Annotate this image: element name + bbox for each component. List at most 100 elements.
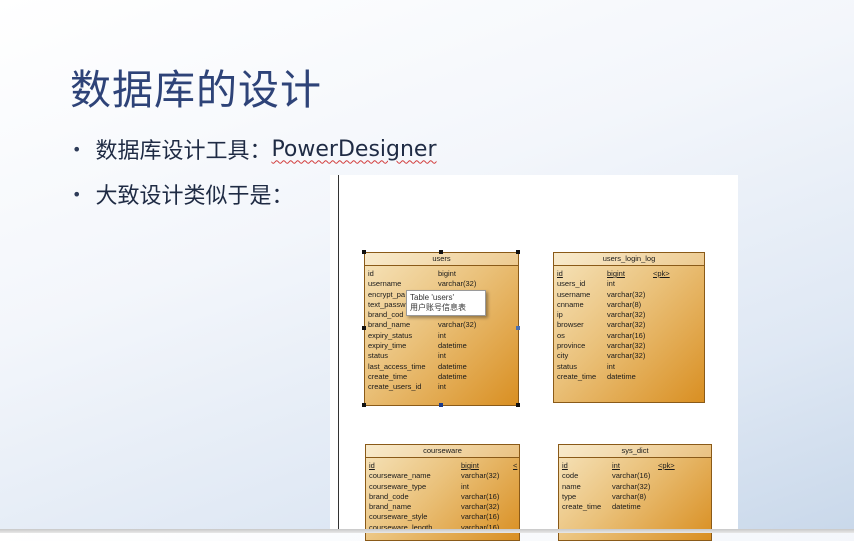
table-row: brand_name varchar(32)	[369, 502, 516, 512]
table-rows: id int <pk> code varchar(16) name varchar(32) t…	[559, 458, 711, 512]
column-name: create_time	[557, 371, 597, 381]
column-type: varchar(16)	[607, 330, 646, 340]
bullet-design-label: 大致设计类似于是：	[95, 184, 294, 209]
column-name: cnname	[557, 299, 584, 309]
column-name: brand_name	[369, 502, 412, 512]
table-row: province varchar(32)	[557, 341, 701, 351]
table-users[interactable]: users id bigint username varchar(32) encrypt…	[364, 252, 519, 406]
column-type: varchar(16)	[461, 491, 500, 501]
table-row: create_users_id int	[368, 382, 515, 392]
column-type: datetime	[438, 361, 467, 371]
table-tooltip: Table 'users' 用户账号信息表	[406, 290, 486, 316]
column-name: expiry_status	[368, 330, 413, 340]
column-type: varchar(16)	[612, 471, 651, 481]
bullet-tool: • 数据库设计工具： PowerDesigner	[72, 133, 437, 165]
bottom-bar	[0, 529, 854, 533]
table-row: id bigint <pk>	[557, 269, 701, 279]
table-row: brand_code varchar(16)	[369, 492, 516, 502]
column-name: last_access_time	[368, 361, 426, 371]
selection-handle[interactable]	[362, 403, 366, 407]
powerdesigner-text: PowerDesigner	[271, 136, 437, 162]
table-rows: id bigint <pk> users_id int username varchar(3…	[554, 266, 704, 382]
tooltip-comment: 用户账号信息表	[410, 303, 466, 312]
column-name: id	[562, 461, 568, 470]
table-row: expiry_time datetime	[368, 341, 515, 351]
selection-handle[interactable]	[516, 326, 520, 330]
column-type: varchar(32)	[438, 279, 477, 289]
column-type: varchar(32)	[461, 502, 500, 512]
column-name: create_time	[368, 371, 408, 381]
column-name: code	[562, 471, 579, 481]
table-row: create_time datetime	[368, 372, 515, 382]
bullet-tool-label: 数据库设计工具：	[95, 139, 272, 164]
column-name: id	[557, 269, 563, 278]
column-type: int	[438, 382, 446, 392]
column-name: status	[557, 361, 578, 371]
table-row: ip varchar(32)	[557, 310, 701, 320]
selection-handle[interactable]	[362, 250, 366, 254]
slide-title: 数据库的设计	[70, 66, 322, 114]
table-row: username varchar(32)	[557, 290, 701, 300]
column-type: varchar(32)	[607, 351, 646, 361]
selection-handle[interactable]	[439, 403, 443, 407]
column-key: <pk>	[653, 269, 670, 278]
table-row: last_access_time datetime	[368, 362, 515, 372]
column-key: <	[513, 461, 518, 470]
column-name: city	[557, 351, 569, 361]
column-name: id	[369, 461, 375, 470]
table-row: id bigint	[368, 269, 515, 279]
table-users-login-log[interactable]: users_login_log id bigint <pk> users_id int u…	[553, 252, 705, 403]
table-header: users	[365, 253, 518, 266]
table-rows: id bigint username varchar(32) encrypt_pa tex…	[365, 266, 518, 393]
table-row: browser varchar(32)	[557, 320, 701, 330]
column-name: create_users_id	[368, 382, 422, 392]
bullet-dot-icon: •	[72, 139, 82, 159]
table-row: os varchar(16)	[557, 331, 701, 341]
canvas-left-border	[338, 175, 339, 533]
column-name: username	[368, 279, 402, 289]
table-row: status int	[557, 362, 701, 372]
column-name: type	[562, 491, 577, 501]
column-type: bigint	[461, 461, 479, 470]
column-name: brand_name	[368, 320, 411, 330]
column-name: id	[368, 269, 374, 278]
column-type: datetime	[438, 341, 467, 351]
column-type: datetime	[612, 502, 641, 512]
table-sys-dict[interactable]: sys_dict id int <pk> code varchar(16) name var…	[558, 444, 712, 541]
column-name: courseware_name	[369, 471, 431, 481]
table-row: username varchar(32)	[368, 279, 515, 289]
table-row: city varchar(32)	[557, 351, 701, 361]
table-courseware[interactable]: courseware id bigint < courseware_name varch…	[365, 444, 520, 541]
selection-handle[interactable]	[516, 403, 520, 407]
column-type: int	[607, 279, 615, 289]
selection-handle[interactable]	[362, 326, 366, 330]
column-type: varchar(16)	[461, 512, 500, 522]
table-row: courseware_type int	[369, 482, 516, 492]
column-type: varchar(8)	[612, 491, 647, 501]
column-name: status	[368, 351, 389, 361]
column-name: brand_code	[369, 491, 409, 501]
selection-handle[interactable]	[439, 250, 443, 254]
table-row: name varchar(32)	[562, 482, 708, 492]
column-type: varchar(32)	[607, 310, 646, 320]
bullet-dot-icon: •	[72, 184, 82, 204]
table-row: id int <pk>	[562, 461, 708, 471]
column-type: datetime	[607, 371, 636, 381]
column-type: varchar(32)	[461, 471, 500, 481]
table-row: brand_name varchar(32)	[368, 320, 515, 330]
column-type: varchar(8)	[607, 299, 642, 309]
column-key: <pk>	[658, 461, 675, 470]
column-name: courseware_type	[369, 481, 427, 491]
table-row: create_time datetime	[562, 502, 708, 512]
column-type: int	[438, 330, 446, 340]
column-type: varchar(32)	[607, 341, 646, 351]
table-row: code varchar(16)	[562, 471, 708, 481]
selection-handle[interactable]	[516, 250, 520, 254]
column-name: os	[557, 330, 565, 340]
table-rows: id bigint < courseware_name varchar(32) cours…	[366, 458, 519, 533]
table-header: courseware	[366, 445, 519, 458]
table-row: cnname varchar(8)	[557, 300, 701, 310]
table-header: users_login_log	[554, 253, 704, 266]
column-name: name	[562, 481, 581, 491]
column-type: int	[612, 461, 620, 470]
